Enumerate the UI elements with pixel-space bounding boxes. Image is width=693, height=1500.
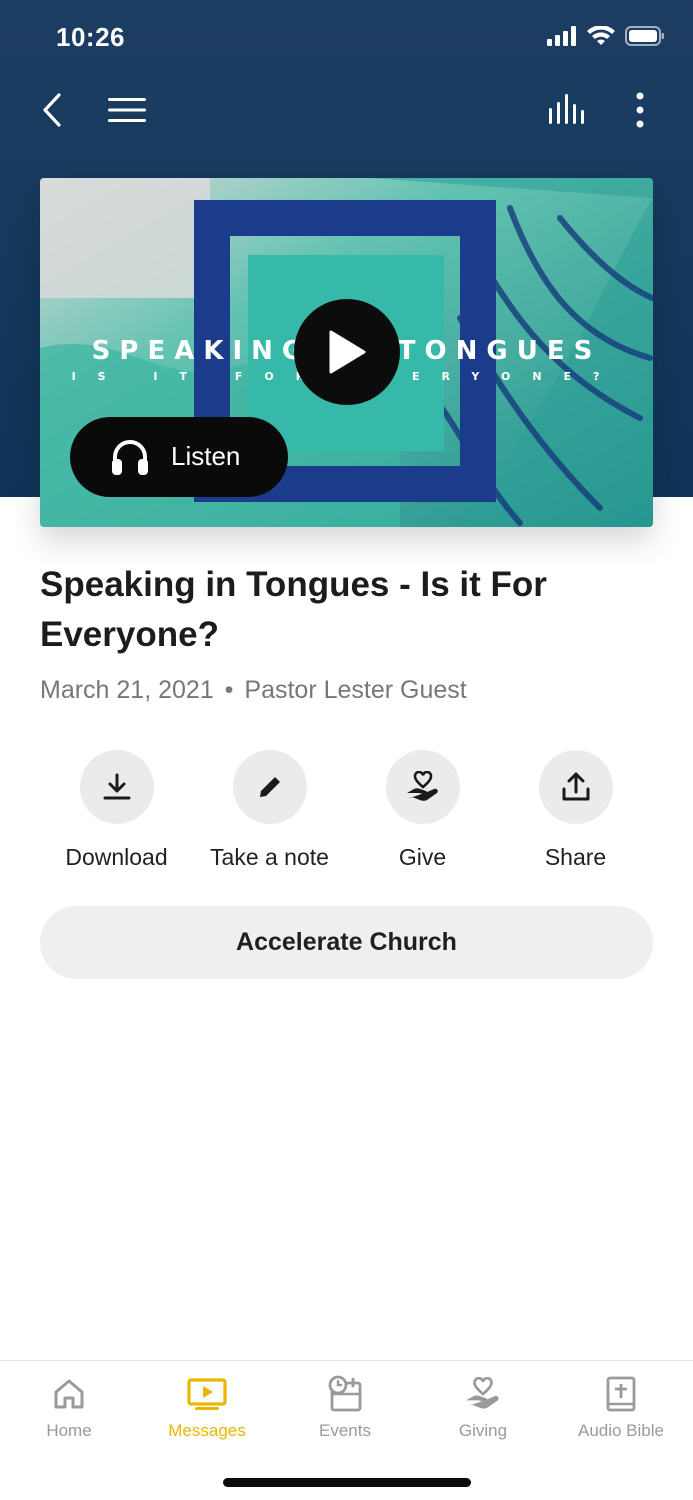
share-button[interactable]: Share bbox=[499, 750, 652, 871]
home-indicator[interactable] bbox=[223, 1478, 471, 1487]
tab-audio-bible-label: Audio Bible bbox=[577, 1421, 664, 1440]
top-nav bbox=[0, 80, 693, 140]
play-button[interactable] bbox=[294, 299, 400, 405]
heart-hand-icon bbox=[406, 771, 438, 801]
download-label: Download bbox=[65, 844, 168, 870]
meta-separator: • bbox=[224, 676, 234, 704]
status-icons bbox=[547, 26, 665, 46]
message-meta: March 21, 2021 • Pastor Lester Guest bbox=[40, 676, 467, 705]
church-button[interactable]: Accelerate Church bbox=[40, 906, 653, 979]
take-note-button[interactable]: Take a note bbox=[193, 750, 346, 871]
signal-icon bbox=[547, 26, 576, 46]
play-icon bbox=[329, 330, 366, 374]
back-button[interactable] bbox=[32, 80, 72, 140]
tab-messages-label: Messages bbox=[168, 1421, 246, 1440]
message-date: March 21, 2021 bbox=[40, 676, 214, 704]
share-icon bbox=[562, 772, 589, 801]
listen-label: Listen bbox=[171, 441, 241, 471]
battery-icon bbox=[625, 26, 664, 46]
tab-audio-bible[interactable]: Audio Bible bbox=[552, 1373, 690, 1441]
chevron-left-icon bbox=[43, 93, 61, 127]
hamburger-icon bbox=[108, 98, 146, 122]
give-circle bbox=[385, 750, 460, 824]
audio-levels-button[interactable] bbox=[544, 80, 590, 140]
menu-button[interactable] bbox=[104, 80, 150, 140]
download-circle bbox=[79, 750, 154, 824]
listen-button[interactable]: Listen bbox=[70, 417, 288, 497]
status-bar: 10:26 bbox=[0, 0, 693, 78]
status-time: 10:26 bbox=[56, 22, 125, 52]
tab-events[interactable]: Events bbox=[276, 1373, 414, 1441]
tab-events-label: Events bbox=[319, 1421, 371, 1440]
give-button[interactable]: Give bbox=[346, 750, 499, 871]
message-speaker: Pastor Lester Guest bbox=[244, 676, 467, 704]
message-actions: Download Take a note Give Share bbox=[0, 750, 693, 880]
bible-icon bbox=[606, 1376, 636, 1412]
share-circle bbox=[538, 750, 613, 824]
play-screen-icon bbox=[187, 1378, 227, 1410]
tab-giving-label: Giving bbox=[458, 1421, 508, 1440]
download-icon bbox=[103, 773, 130, 800]
wifi-icon bbox=[587, 26, 615, 45]
tab-home[interactable]: Home bbox=[0, 1373, 138, 1441]
tab-messages[interactable]: Messages bbox=[138, 1373, 276, 1441]
take-note-circle bbox=[232, 750, 307, 824]
home-icon bbox=[54, 1379, 84, 1409]
heart-hand-icon bbox=[466, 1377, 499, 1409]
take-note-label: Take a note bbox=[210, 844, 329, 870]
more-options-button[interactable] bbox=[624, 80, 656, 140]
calendar-clock-icon bbox=[328, 1375, 362, 1412]
download-button[interactable]: Download bbox=[40, 750, 193, 871]
message-title: Speaking in Tongues - Is it For Everyone… bbox=[40, 565, 547, 654]
pencil-icon bbox=[259, 777, 280, 797]
tab-giving[interactable]: Giving bbox=[414, 1373, 552, 1441]
share-label: Share bbox=[544, 844, 607, 870]
more-vertical-icon bbox=[636, 92, 644, 128]
give-label: Give bbox=[398, 844, 447, 870]
headphones-icon bbox=[112, 440, 148, 475]
tab-home-label: Home bbox=[46, 1421, 92, 1440]
equalizer-icon bbox=[549, 94, 584, 124]
